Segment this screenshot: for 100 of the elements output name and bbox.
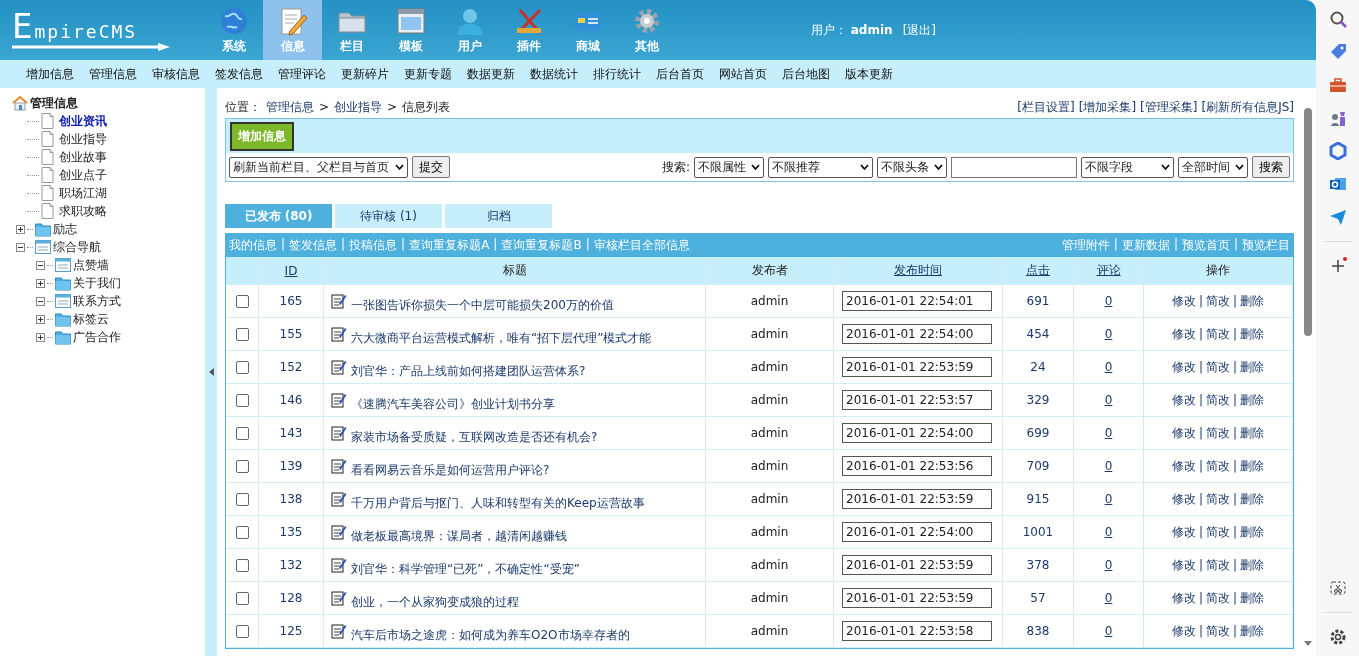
row-action-link[interactable]: 简改 — [1206, 325, 1230, 343]
tree-item[interactable]: 标签云 — [73, 310, 109, 328]
row-action-link[interactable]: 修改 — [1171, 622, 1196, 640]
tree-item[interactable]: 关于我们 — [73, 274, 121, 292]
menu-link[interactable]: 更新碎片 — [341, 65, 389, 83]
expand-icon[interactable] — [16, 224, 25, 234]
row-action-link[interactable]: 修改 — [1171, 391, 1196, 409]
comment-count-link[interactable]: 0 — [1104, 459, 1113, 473]
column-header[interactable]: 评论 — [1074, 257, 1144, 285]
toolbox-icon[interactable] — [1328, 76, 1347, 94]
info-title-link[interactable]: 看看网易云音乐是如何运营用户评论? — [351, 461, 550, 479]
menu-link[interactable]: 后台地图 — [782, 65, 830, 83]
time-field[interactable]: 2016-01-01 22:53:58 — [842, 621, 992, 641]
tree-item[interactable]: 创业资讯 — [59, 112, 107, 130]
hexagon-logo-icon[interactable] — [1328, 142, 1347, 160]
column-header[interactable]: 点击 — [1003, 257, 1074, 285]
breadcrumb-link[interactable]: 创业指导 — [334, 98, 383, 116]
row-action-link[interactable]: 删除 — [1240, 523, 1265, 541]
time-field[interactable]: 2016-01-01 22:53:56 — [842, 456, 992, 476]
row-action-link[interactable]: 简改 — [1206, 589, 1230, 607]
tree-item[interactable]: 求职攻略 — [59, 202, 107, 220]
collapse-arrow-icon[interactable] — [208, 368, 214, 376]
tree-item[interactable]: 励志 — [53, 220, 77, 238]
expand-icon[interactable] — [36, 332, 45, 342]
time-field[interactable]: 2016-01-01 22:54:01 — [842, 291, 992, 311]
row-action-link[interactable]: 修改 — [1171, 457, 1196, 475]
row-checkbox[interactable] — [235, 492, 249, 506]
collapse-icon[interactable] — [36, 296, 45, 306]
menu-link[interactable]: 管理评论 — [278, 65, 326, 83]
info-title-link[interactable]: 刘官华：科学管理“已死”，不确定性“受宠” — [351, 560, 580, 578]
row-action-link[interactable]: 删除 — [1240, 358, 1265, 376]
menu-link[interactable]: 管理信息 — [89, 65, 137, 83]
row-action-link[interactable]: 删除 — [1240, 325, 1265, 343]
row-action-link[interactable]: 简改 — [1206, 622, 1230, 640]
top-link[interactable]: [增加采集] — [1078, 98, 1137, 116]
menu-link[interactable]: 更新专题 — [404, 65, 452, 83]
tree-item[interactable]: 职场江湖 — [59, 184, 107, 202]
menu-link[interactable]: 后台首页 — [656, 65, 704, 83]
status-tab[interactable]: 待审核 (1) — [335, 204, 442, 228]
row-action-link[interactable]: 修改 — [1171, 589, 1196, 607]
row-action-link[interactable]: 简改 — [1206, 556, 1230, 574]
row-checkbox[interactable] — [235, 426, 249, 440]
time-field[interactable]: 2016-01-01 22:53:59 — [842, 357, 992, 377]
collapse-icon[interactable] — [36, 260, 45, 270]
menu-link[interactable]: 审核信息 — [152, 65, 200, 83]
row-action-link[interactable]: 删除 — [1240, 391, 1265, 409]
row-action-link[interactable]: 简改 — [1206, 490, 1230, 508]
expand-icon[interactable] — [36, 314, 45, 324]
info-title-link[interactable]: 创业，一个从家狗变成狼的过程 — [351, 593, 519, 611]
menu-link[interactable]: 数据更新 — [467, 65, 515, 83]
refresh-select[interactable]: 刷新当前栏目、父栏目与首页 — [229, 156, 408, 178]
tree-item[interactable]: 创业点子 — [59, 166, 107, 184]
comment-count-link[interactable]: 0 — [1104, 624, 1113, 638]
info-title-link[interactable]: 千万用户背后与抠门、人味和转型有关的Keep运营故事 — [351, 494, 645, 512]
top-link[interactable]: [刷新所有信息JS] — [1201, 98, 1294, 116]
menu-link[interactable]: 数据统计 — [530, 65, 578, 83]
comment-count-link[interactable]: 0 — [1104, 492, 1113, 506]
row-checkbox[interactable] — [235, 591, 249, 605]
row-action-link[interactable]: 删除 — [1240, 292, 1265, 310]
time-field[interactable]: 2016-01-01 22:53:59 — [842, 489, 992, 509]
row-action-link[interactable]: 修改 — [1171, 292, 1196, 310]
menu-link[interactable]: 版本更新 — [845, 65, 893, 83]
row-action-link[interactable]: 修改 — [1171, 523, 1196, 541]
comment-count-link[interactable]: 0 — [1104, 558, 1113, 572]
column-header[interactable]: ID — [259, 257, 324, 285]
comment-count-link[interactable]: 0 — [1104, 294, 1113, 308]
row-action-link[interactable]: 删除 — [1240, 556, 1265, 574]
row-checkbox[interactable] — [235, 558, 249, 572]
info-title-link[interactable]: 汽车后市场之途虎：如何成为养车O2O市场幸存者的 — [351, 626, 630, 644]
column-header[interactable]: 发布时间 — [834, 257, 1003, 285]
time-field[interactable]: 2016-01-01 22:53:59 — [842, 588, 992, 608]
comment-count-link[interactable]: 0 — [1104, 591, 1113, 605]
collapse-icon[interactable] — [16, 242, 25, 252]
top-link[interactable]: [栏目设置] — [1017, 98, 1075, 116]
row-action-link[interactable]: 删除 — [1240, 457, 1265, 475]
info-title-link[interactable]: 一张图告诉你损失一个中层可能损失200万的价值 — [351, 296, 614, 314]
info-title-link[interactable]: 家装市场备受质疑，互联网改造是否还有机会? — [351, 428, 598, 446]
comment-count-link[interactable]: 0 — [1104, 360, 1113, 374]
search-field[interactable] — [951, 156, 1077, 178]
row-action-link[interactable]: 修改 — [1171, 325, 1196, 343]
time-field[interactable]: 2016-01-01 22:54:00 — [842, 522, 992, 542]
row-action-link[interactable]: 删除 — [1240, 490, 1265, 508]
expand-icon[interactable] — [36, 278, 45, 288]
breadcrumb-link[interactable]: 管理信息 — [266, 98, 314, 116]
search-icon[interactable] — [1328, 10, 1347, 28]
row-action-link[interactable]: 简改 — [1206, 523, 1230, 541]
submit-button[interactable]: 提交 — [412, 156, 450, 178]
row-checkbox[interactable] — [235, 294, 249, 308]
tree-item[interactable]: 综合导航 — [53, 238, 101, 256]
row-action-link[interactable]: 修改 — [1171, 358, 1196, 376]
filter-select[interactable]: 不限头条 — [877, 156, 947, 178]
scrollbar-thumb[interactable] — [1304, 108, 1312, 336]
menu-link[interactable]: 排行统计 — [593, 65, 641, 83]
row-action-link[interactable]: 删除 — [1240, 424, 1265, 442]
row-action-link[interactable]: 删除 — [1240, 589, 1265, 607]
time-field[interactable]: 2016-01-01 22:53:57 — [842, 390, 992, 410]
row-action-link[interactable]: 删除 — [1240, 622, 1265, 640]
row-checkbox[interactable] — [235, 393, 249, 407]
time-field[interactable]: 2016-01-01 22:53:59 — [842, 555, 992, 575]
top-link[interactable]: [管理采集] — [1140, 98, 1198, 116]
